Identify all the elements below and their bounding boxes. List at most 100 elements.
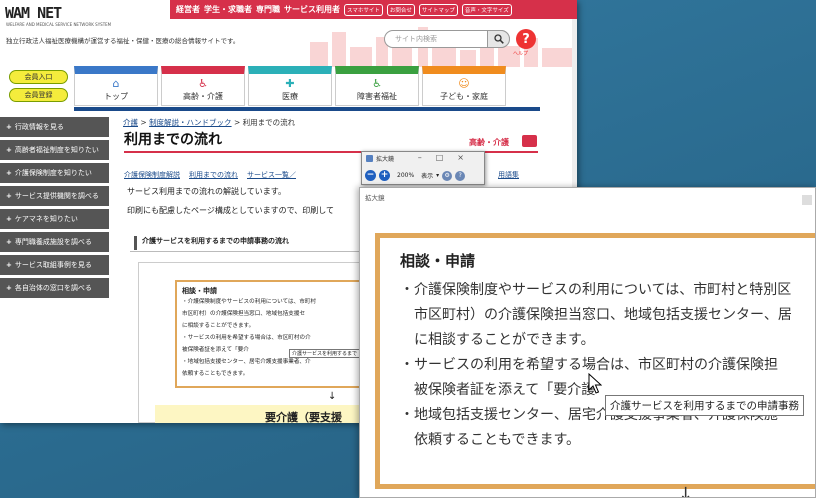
tab-elderly-care[interactable]: ♿ 高齢・介護 [161, 66, 245, 106]
link-management[interactable]: 経営者 [176, 4, 200, 15]
magnifier-window: 拡大鏡 相談・申請 ・介護保険制度やサービスの利用については、市町村と特別区 市… [359, 187, 816, 498]
logo-subtitle: WELFARE AND MEDICAL SERVICE NETWORK SYST… [6, 22, 112, 27]
help-label: ヘルプ [513, 51, 529, 57]
magnifier-controls: − + 200% 表示 ▾ ⚙ ? [365, 170, 466, 181]
zoom-level: 200% [397, 172, 415, 179]
wam-net-logo[interactable]: WAM NET [5, 4, 62, 22]
breadcrumb-care[interactable]: 介護 [123, 118, 138, 127]
magnified-line: ・サービスの利用を希望する場合は、市区町村の介護保険担 [400, 357, 778, 373]
hospital-icon: ✚ [285, 77, 295, 90]
help-button[interactable]: ? [516, 29, 536, 49]
home-icon: ⌂ [112, 77, 120, 90]
chevron-down-icon: ▾ [436, 172, 440, 179]
sidebar-item-training-facilities[interactable]: + 専門職養成施設を調べる [0, 232, 109, 252]
sidebar-item-service-providers[interactable]: + サービス提供機関を調べる [0, 186, 109, 206]
close-icon[interactable]: × [457, 153, 478, 162]
box-line: に相談することができます。 [182, 323, 255, 329]
sidebar-item-elderly-welfare[interactable]: + 高齢者福祉制度を知りたい [0, 140, 109, 160]
settings-icon[interactable]: ⚙ [442, 170, 453, 181]
consultation-box: 相談・申請 ・介護保険制度やサービスの利用については、市町村 市区町村）の介護保… [175, 280, 365, 388]
sidebar-item-label: サービス取組事例を見る [14, 261, 92, 269]
maximize-icon[interactable]: □ [436, 153, 458, 162]
top-bar: WAM NET 経営者 学生・求職者 専門職 サービス利用者 スマホサイト お問… [0, 0, 577, 22]
breadcrumb: 介護 > 制度解説・ハンドブック > 利用までの流れ [123, 118, 296, 127]
contact-button[interactable]: お問合せ [386, 3, 415, 16]
elderly-icon: ♿ [198, 77, 208, 90]
view-menu[interactable]: 表示 [421, 171, 433, 180]
magnified-heading: 相談・申請 [400, 252, 476, 270]
tab-children-family[interactable]: ☺ 子ども・家庭 [422, 66, 506, 106]
tab-label: 高齢・介護 [183, 92, 223, 101]
plus-icon: + [6, 261, 12, 269]
family-icon: ☺ [458, 77, 470, 90]
magnifier-icon [366, 155, 373, 162]
top-links: 経営者 学生・求職者 専門職 サービス利用者 スマホサイト お問合せ サイトマッ… [170, 0, 577, 19]
sidebar-item-label: 行政情報を見る [14, 123, 64, 131]
plus-icon: + [6, 192, 12, 200]
magnifier-toolbar[interactable]: 拡大鏡 –□× − + 200% 表示 ▾ ⚙ ? [361, 151, 485, 185]
box-line: ・介護保険制度やサービスの利用については、市町村 [182, 299, 316, 305]
plus-icon: + [6, 238, 12, 246]
help-icon[interactable]: ? [455, 170, 466, 181]
magnified-view: 相談・申請 ・介護保険制度やサービスの利用については、市町村と特別区 市区町村）… [360, 210, 815, 498]
sidebar-item-label: 各自治体の窓口を調べる [14, 284, 92, 292]
category-nav: ⌂ トップ ♿ 高齢・介護 ✚ 医療 ♿ 障害者福祉 ☺ 子ども・家庭 [74, 66, 506, 106]
plus-icon: + [6, 169, 12, 177]
tagline: 独立行政法人福祉医療機構が運営する福祉・保健・医療の総合情報サイトです。 [6, 37, 240, 45]
sidebar-item-care-insurance[interactable]: + 介護保険制度を知りたい [0, 163, 109, 183]
sidebar-item-local-offices[interactable]: + 各自治体の窓口を調べる [0, 278, 109, 298]
link-service-users[interactable]: サービス利用者 [284, 4, 340, 15]
magnified-tooltip: 介護サービスを利用するまでの申請事務 [605, 395, 804, 416]
sidebar: + 行政情報を見る + 高齢者福祉制度を知りたい + 介護保険制度を知りたい + サービ… [0, 117, 109, 301]
tab-label: 医療 [282, 92, 298, 101]
sitemap-button[interactable]: サイトマップ [418, 3, 458, 16]
category-icon [522, 135, 537, 147]
breadcrumb-handbook[interactable]: 制度解説・ハンドブック [149, 118, 232, 127]
magnifier-window-title: 拡大鏡 [365, 194, 385, 202]
tab-label: 子ども・家庭 [440, 92, 488, 101]
subnav-service-list[interactable]: サービス一覧／ [247, 170, 296, 180]
question-icon: ? [522, 31, 530, 47]
plus-icon: + [6, 123, 12, 131]
minimize-icon[interactable]: – [418, 153, 436, 162]
tab-medical[interactable]: ✚ 医療 [248, 66, 332, 106]
sidebar-item-case-studies[interactable]: + サービス取組事例を見る [0, 255, 109, 275]
voice-text-size-button[interactable]: 音声・文字サイズ [461, 3, 512, 16]
subnav-flow[interactable]: 利用までの流れ [189, 170, 238, 180]
wheelchair-icon: ♿ [372, 77, 382, 90]
zoom-out-button[interactable]: − [365, 170, 376, 181]
sidebar-item-label: ケアマネを知りたい [14, 215, 78, 223]
box-line: 市区町村）の介護保険担当窓口、地域包括支援セ [182, 311, 306, 317]
link-students[interactable]: 学生・求職者 [204, 4, 252, 15]
breadcrumb-current: 利用までの流れ [242, 118, 296, 127]
plus-icon: + [6, 284, 12, 292]
down-arrow-icon: ↓ [678, 484, 694, 498]
member-register-button[interactable]: 会員登録 [9, 88, 68, 102]
tab-top[interactable]: ⌂ トップ [74, 66, 158, 106]
window-button[interactable] [802, 195, 812, 205]
magnified-line: ・介護保険制度やサービスの利用については、市町村と特別区 [400, 282, 792, 298]
sidebar-item-care-managers[interactable]: + ケアマネを知りたい [0, 209, 109, 229]
down-arrow-icon: ↓ [328, 391, 337, 402]
search-button[interactable] [487, 30, 510, 48]
nav-divider [74, 107, 540, 111]
subnav-glossary[interactable]: 用語集 [498, 170, 519, 180]
sidebar-item-label: 専門職養成施設を調べる [14, 238, 92, 246]
mouse-cursor-icon [588, 373, 602, 394]
smartphone-site-button[interactable]: スマホサイト [344, 3, 383, 16]
magnified-line: 依頼することもできます。 [400, 432, 581, 448]
tab-label: 障害者福祉 [357, 92, 397, 101]
magnified-line: 市区町村）の介護保険担当窓口、地域包括支援センター、居 [400, 307, 792, 323]
sidebar-item-admin-info[interactable]: + 行政情報を見る [0, 117, 109, 137]
member-login-button[interactable]: 会員入口 [9, 70, 68, 84]
next-step-box: 要介護（要支援 [155, 405, 360, 423]
link-professionals[interactable]: 専門職 [256, 4, 280, 15]
next-step-label: 要介護（要支援 [265, 411, 342, 423]
search-icon [493, 34, 504, 44]
intro-text: サービス利用までの流れの解説しています。 [127, 187, 286, 196]
magnifier-toolbar-title: 拡大鏡 [366, 154, 394, 163]
category-label: 高齢・介護 [469, 138, 509, 147]
zoom-in-button[interactable]: + [379, 170, 390, 181]
subnav-insurance-guide[interactable]: 介護保険制度解説 [124, 170, 180, 180]
tab-disability-welfare[interactable]: ♿ 障害者福祉 [335, 66, 419, 106]
